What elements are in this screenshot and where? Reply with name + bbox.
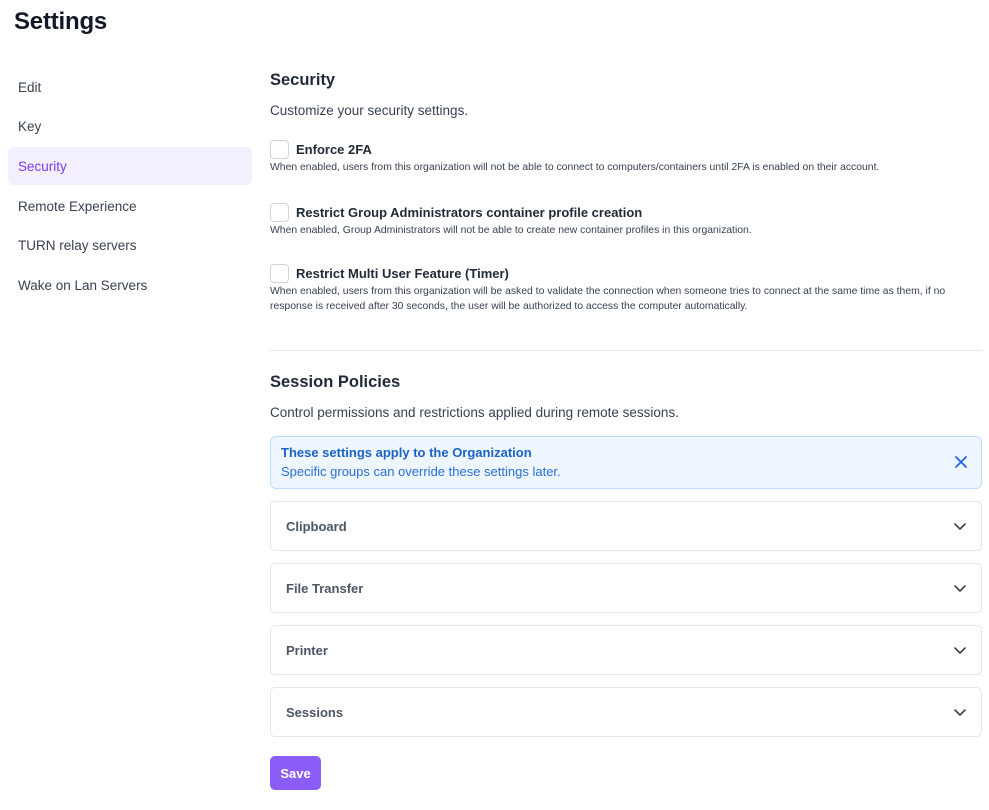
close-icon[interactable]	[953, 454, 969, 470]
alert-title: These settings apply to the Organization	[281, 445, 532, 460]
sidebar-item-label: Remote Experience	[18, 198, 137, 214]
chevron-down-icon	[954, 585, 966, 592]
session-policies-section: Session Policies Control permissions and…	[270, 370, 982, 790]
accordion-sessions[interactable]: Sessions	[270, 687, 982, 737]
accordion-label: Clipboard	[286, 518, 347, 534]
option-header: Enforce 2FA	[270, 139, 982, 159]
security-description: Customize your security settings.	[270, 103, 469, 118]
settings-sidebar: Edit Key Security Remote Experience TURN…	[8, 68, 252, 306]
sidebar-item-label: Security	[18, 158, 67, 174]
chevron-down-icon	[954, 709, 966, 716]
chevron-down-icon	[954, 523, 966, 530]
option-help-text: When enabled, Group Administrators will …	[270, 225, 752, 236]
sidebar-item-edit[interactable]: Edit	[8, 68, 252, 106]
sidebar-item-label: Wake on Lan Servers	[18, 277, 148, 293]
option-header: Restrict Multi User Feature (Timer)	[270, 263, 982, 283]
accordion-label: Sessions	[286, 704, 344, 720]
option-help-text: When enabled, users from this organizati…	[270, 162, 880, 173]
accordion-clipboard[interactable]: Clipboard	[270, 501, 982, 551]
sidebar-item-remote-experience[interactable]: Remote Experience	[8, 187, 252, 225]
organization-info-alert: These settings apply to the Organization…	[270, 436, 982, 489]
settings-page: Settings Edit Key Security Remote Experi…	[0, 0, 989, 810]
sidebar-item-security[interactable]: Security	[8, 147, 252, 186]
page-title: Settings	[14, 8, 108, 35]
security-title: Security	[270, 71, 336, 89]
sidebar-item-wake-on-lan-servers[interactable]: Wake on Lan Servers	[8, 266, 252, 304]
option-help-text: When enabled, users from this organizati…	[270, 286, 946, 312]
restrict-multi-user-option: Restrict Multi User Feature (Timer) When…	[270, 263, 982, 314]
alert-body: Specific groups can override these setti…	[281, 464, 561, 479]
accordion-label: Printer	[286, 642, 328, 658]
session-policies-title: Session Policies	[270, 373, 401, 391]
restrict-group-admin-checkbox[interactable]	[270, 202, 289, 222]
option-header: Restrict Group Administrators container …	[270, 202, 982, 222]
accordion-printer[interactable]: Printer	[270, 625, 982, 675]
option-label: Restrict Group Administrators container …	[296, 204, 643, 220]
sidebar-item-label: Edit	[18, 79, 42, 95]
chevron-down-icon	[954, 647, 966, 654]
sidebar-item-label: Key	[18, 119, 42, 135]
sidebar-item-key[interactable]: Key	[8, 108, 252, 146]
option-label: Enforce 2FA	[296, 141, 372, 157]
option-label: Restrict Multi User Feature (Timer)	[296, 265, 509, 281]
settings-content: Security Customize your security setting…	[270, 68, 982, 790]
session-policies-description: Control permissions and restrictions app…	[270, 405, 679, 420]
accordion-label: File Transfer	[286, 580, 364, 596]
accordion-file-transfer[interactable]: File Transfer	[270, 563, 982, 613]
save-button[interactable]: Save	[270, 756, 321, 790]
sidebar-item-label: TURN relay servers	[18, 238, 137, 254]
restrict-group-admin-option: Restrict Group Administrators container …	[270, 202, 982, 238]
enforce-2fa-checkbox[interactable]	[270, 139, 289, 159]
enforce-2fa-option: Enforce 2FA When enabled, users from thi…	[270, 139, 982, 175]
sidebar-item-turn-relay-servers[interactable]: TURN relay servers	[8, 227, 252, 265]
security-section: Security Customize your security setting…	[270, 68, 982, 314]
section-divider	[270, 350, 982, 351]
restrict-multi-user-checkbox[interactable]	[270, 263, 289, 283]
